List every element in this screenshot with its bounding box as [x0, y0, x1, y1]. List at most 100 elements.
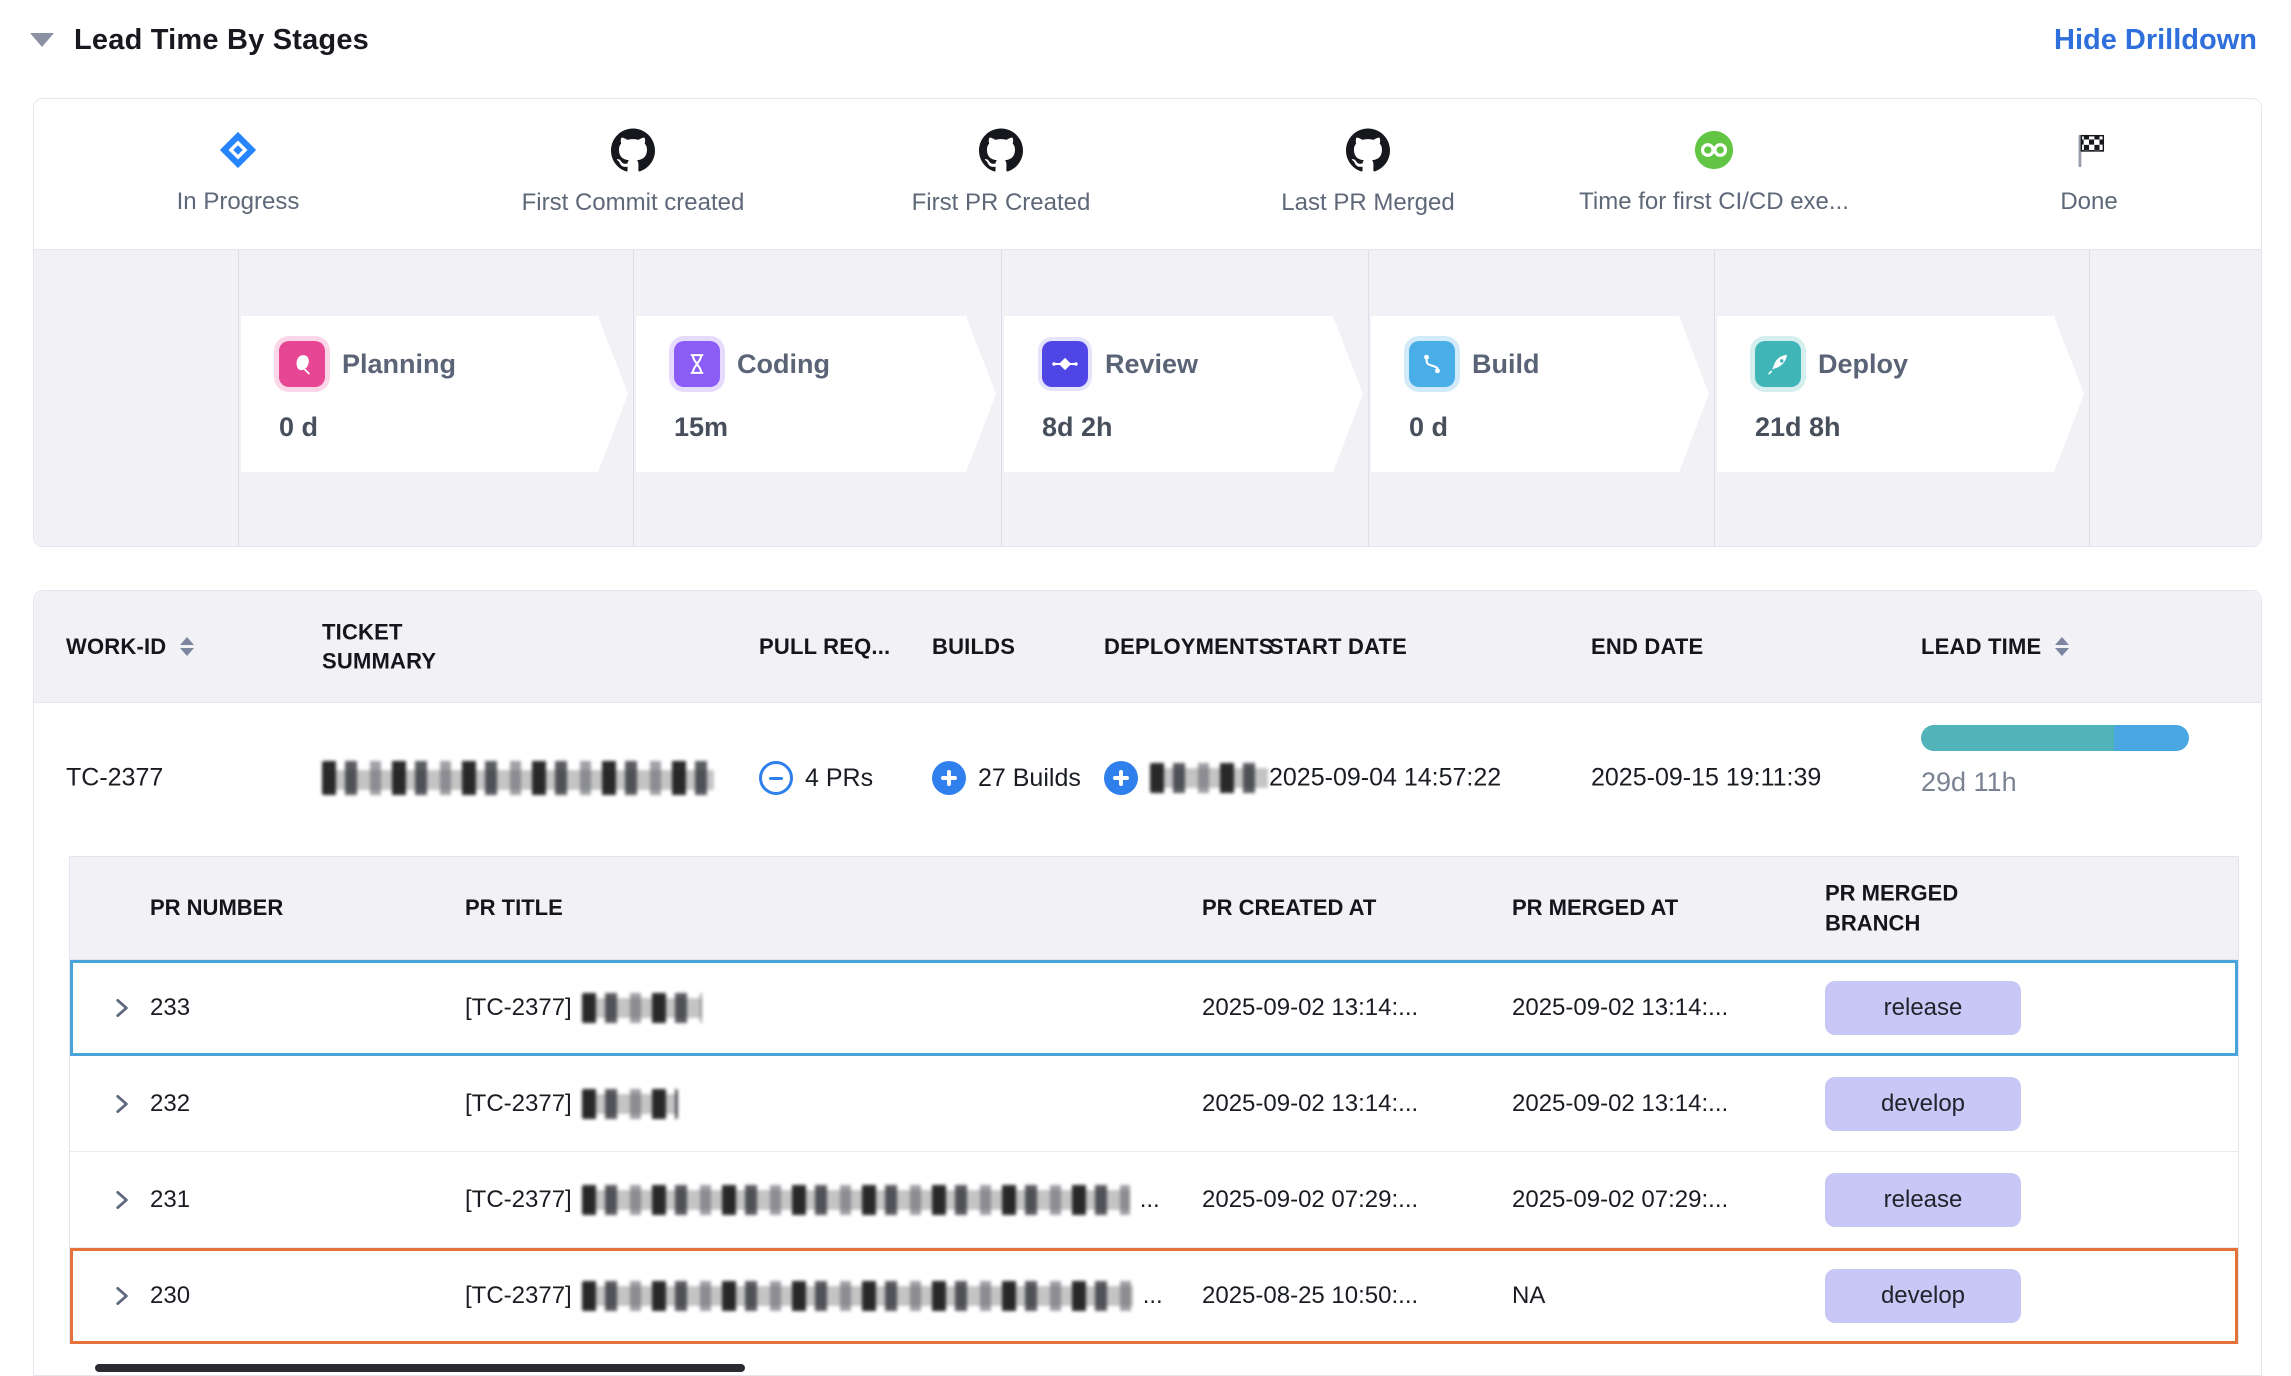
- stage-divider: [1368, 250, 1369, 546]
- pr-row-232[interactable]: 232 [TC-2377] 2025-09-02 13:14:... 2025-…: [70, 1056, 2238, 1152]
- pr-title: [TC-2377]: [465, 993, 712, 1023]
- stage-name: Planning: [342, 349, 456, 380]
- col-start-date: START DATE: [1269, 634, 1407, 660]
- deployments-redacted: [1150, 763, 1268, 793]
- stage-divider: [238, 250, 239, 546]
- sort-icon[interactable]: [2055, 637, 2069, 656]
- stage-planning: Planning 0 d: [241, 316, 628, 472]
- builds-toggle[interactable]: 27 Builds: [932, 761, 1081, 795]
- collapse-prs-icon[interactable]: [759, 761, 793, 795]
- col-pr-title: PR TITLE: [465, 895, 563, 921]
- expand-deployments-icon[interactable]: [1104, 761, 1138, 795]
- pr-merged-at: 2025-09-02 13:14:...: [1512, 1090, 1728, 1118]
- col-pr-merged-at: PR MERGED AT: [1512, 895, 1678, 921]
- pr-title-redacted: [582, 1281, 1133, 1311]
- stage-name: Deploy: [1818, 349, 1908, 380]
- build-icon: [1409, 341, 1455, 387]
- milestone-in-progress: In Progress: [78, 127, 398, 216]
- pr-row-233[interactable]: 233 [TC-2377] 2025-09-02 13:14:... 2025-…: [70, 960, 2238, 1056]
- stage-divider: [2089, 250, 2090, 546]
- stage-flow-card: In Progress First Commit created First P…: [33, 98, 2262, 547]
- pr-branch-cell: develop: [1825, 1269, 2021, 1323]
- stage-build: Build 0 d: [1371, 316, 1709, 472]
- stage-duration: 0 d: [279, 412, 628, 443]
- pr-row-231[interactable]: 231 [TC-2377]... 2025-09-02 07:29:... 20…: [70, 1152, 2238, 1248]
- stage-name: Review: [1105, 349, 1198, 380]
- chevron-right-icon[interactable]: [108, 1091, 134, 1117]
- stage-deploy: Deploy 21d 8h: [1717, 316, 2084, 472]
- pr-created-at: 2025-09-02 13:14:...: [1202, 1090, 1418, 1118]
- milestone-label: First Commit created: [473, 189, 793, 217]
- col-pr-number: PR NUMBER: [150, 895, 283, 921]
- milestone-first-pr: First PR Created: [841, 127, 1161, 217]
- milestone-last-pr-merged: Last PR Merged: [1208, 127, 1528, 217]
- ticket-summary-redacted: [322, 761, 714, 795]
- lead-bar-blue-segment: [2114, 725, 2189, 751]
- chevron-right-icon[interactable]: [108, 995, 134, 1021]
- sort-icon[interactable]: [180, 637, 194, 656]
- pr-title: [TC-2377]: [465, 1089, 688, 1119]
- expand-builds-icon[interactable]: [932, 761, 966, 795]
- stage-duration: 15m: [674, 412, 996, 443]
- stage-name: Coding: [737, 349, 830, 380]
- deployments-toggle[interactable]: [1104, 761, 1268, 795]
- pr-branch-cell: release: [1825, 1173, 2021, 1227]
- planning-icon: [279, 341, 325, 387]
- milestone-cicd: Time for first CI/CD exe...: [1554, 127, 1874, 216]
- col-work-id[interactable]: WORK-ID: [66, 634, 194, 660]
- work-items-table-header: WORK-ID TICKET SUMMARY PULL REQ... BUILD…: [34, 591, 2261, 703]
- pr-created-at: 2025-08-25 10:50:...: [1202, 1282, 1418, 1310]
- github-icon: [978, 127, 1024, 173]
- lead-time-bar: [1921, 725, 2189, 751]
- rocket-icon: [1755, 341, 1801, 387]
- review-icon: [1042, 341, 1088, 387]
- stage-name: Build: [1472, 349, 1540, 380]
- panel-header: Lead Time By Stages Hide Drilldown: [30, 14, 2257, 66]
- github-icon: [610, 127, 656, 173]
- pr-number: 233: [150, 994, 190, 1022]
- stage-divider: [1001, 250, 1002, 546]
- pr-row-230[interactable]: 230 [TC-2377]... 2025-08-25 10:50:... NA…: [70, 1248, 2238, 1344]
- lead-bar-teal-segment: [1921, 725, 2114, 751]
- col-deployments: DEPLOYMENTS: [1104, 634, 1274, 660]
- milestone-done: Done: [1929, 127, 2249, 216]
- col-builds: BUILDS: [932, 634, 1015, 660]
- col-lead-time[interactable]: LEAD TIME: [1921, 634, 2069, 660]
- col-ticket-summary: TICKET SUMMARY: [322, 617, 497, 676]
- col-end-date: END DATE: [1591, 634, 1703, 660]
- github-icon: [1345, 127, 1391, 173]
- lead-time-drilldown-panel: Lead Time By Stages Hide Drilldown In Pr…: [0, 0, 2291, 1376]
- pr-title-redacted: [582, 993, 702, 1023]
- hide-drilldown-link[interactable]: Hide Drilldown: [2054, 24, 2257, 57]
- horizontal-scrollbar-thumb[interactable]: [95, 1364, 745, 1372]
- col-pr-merged-branch: PR MERGED BRANCH: [1825, 878, 1985, 937]
- pr-branch-cell: develop: [1825, 1077, 2021, 1131]
- stage-divider: [1714, 250, 1715, 546]
- hourglass-icon: [674, 341, 720, 387]
- checkered-flag-icon: [2066, 127, 2112, 173]
- chevron-right-icon[interactable]: [108, 1187, 134, 1213]
- start-date: 2025-09-04 14:57:22: [1269, 764, 1501, 793]
- pr-table-header: PR NUMBER PR TITLE PR CREATED AT PR MERG…: [70, 857, 2238, 960]
- stage-divider: [633, 250, 634, 546]
- lead-time-cell: 29d 11h: [1921, 725, 2191, 798]
- col-pr-created-at: PR CREATED AT: [1202, 895, 1376, 921]
- chevron-right-icon[interactable]: [108, 1283, 134, 1309]
- collapse-triangle-icon[interactable]: [30, 33, 54, 47]
- pr-merged-at: 2025-09-02 07:29:...: [1512, 1186, 1728, 1214]
- stage-coding: Coding 15m: [636, 316, 996, 472]
- pr-title: [TC-2377]...: [465, 1281, 1163, 1311]
- branch-badge: release: [1825, 981, 2021, 1035]
- stage-duration: 21d 8h: [1755, 412, 2084, 443]
- pr-created-at: 2025-09-02 13:14:...: [1202, 994, 1418, 1022]
- page-title: Lead Time By Stages: [74, 24, 369, 57]
- col-pull-requests: PULL REQ...: [759, 634, 890, 660]
- pr-title: [TC-2377]...: [465, 1185, 1160, 1215]
- branch-badge: release: [1825, 1173, 2021, 1227]
- pull-requests-toggle[interactable]: 4 PRs: [759, 761, 873, 795]
- branch-badge: develop: [1825, 1269, 2021, 1323]
- pr-title-redacted: [582, 1185, 1130, 1215]
- jira-status-icon: [215, 127, 261, 173]
- stage-duration: 0 d: [1409, 412, 1709, 443]
- branch-badge: develop: [1825, 1077, 2021, 1131]
